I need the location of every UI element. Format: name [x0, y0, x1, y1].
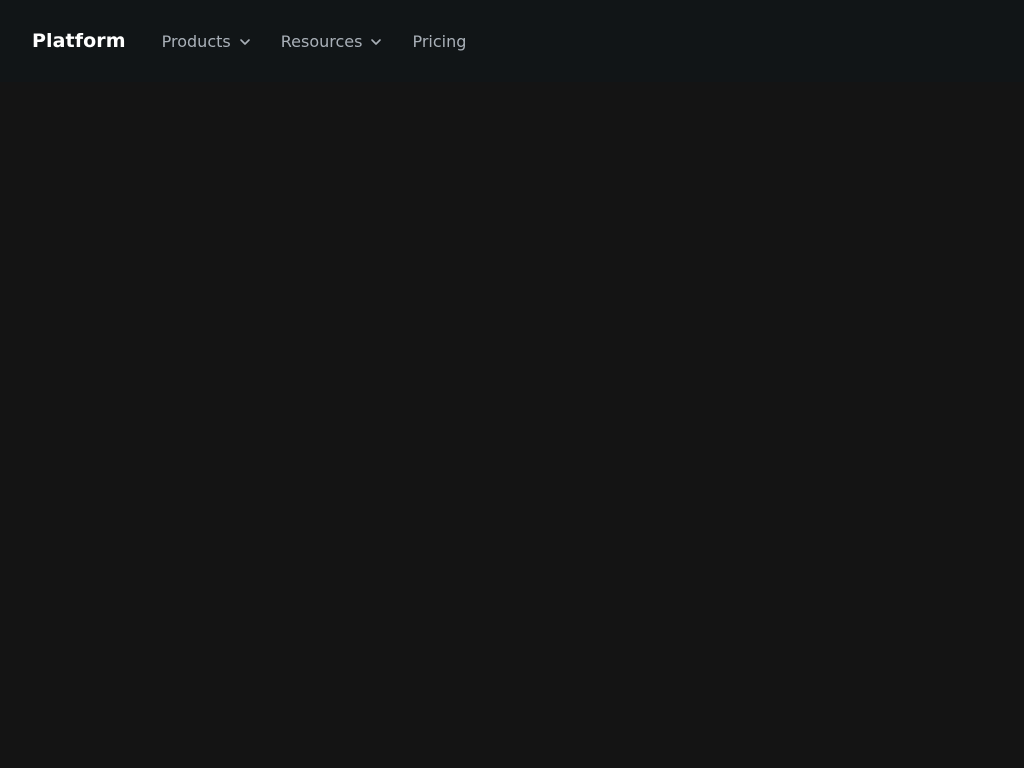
main-nav: Products Resources Pricing — [162, 32, 497, 51]
main-content-area — [0, 82, 1024, 768]
top-nav-bar: Platform Products Resources Pricing — [0, 0, 1024, 82]
nav-item-label: Resources — [280, 31, 363, 51]
page: Platform Products Resources Pricing — [0, 0, 1024, 768]
chevron-down-icon — [239, 36, 251, 48]
nav-item-resources[interactable]: Resources — [281, 32, 383, 51]
nav-item-label: Pricing — [412, 31, 467, 51]
nav-item-label: Products — [161, 31, 231, 51]
chevron-down-icon — [370, 36, 382, 48]
nav-item-pricing[interactable]: Pricing — [412, 32, 466, 51]
nav-item-products[interactable]: Products — [162, 32, 251, 51]
brand-logo-text[interactable]: Platform — [32, 30, 126, 52]
